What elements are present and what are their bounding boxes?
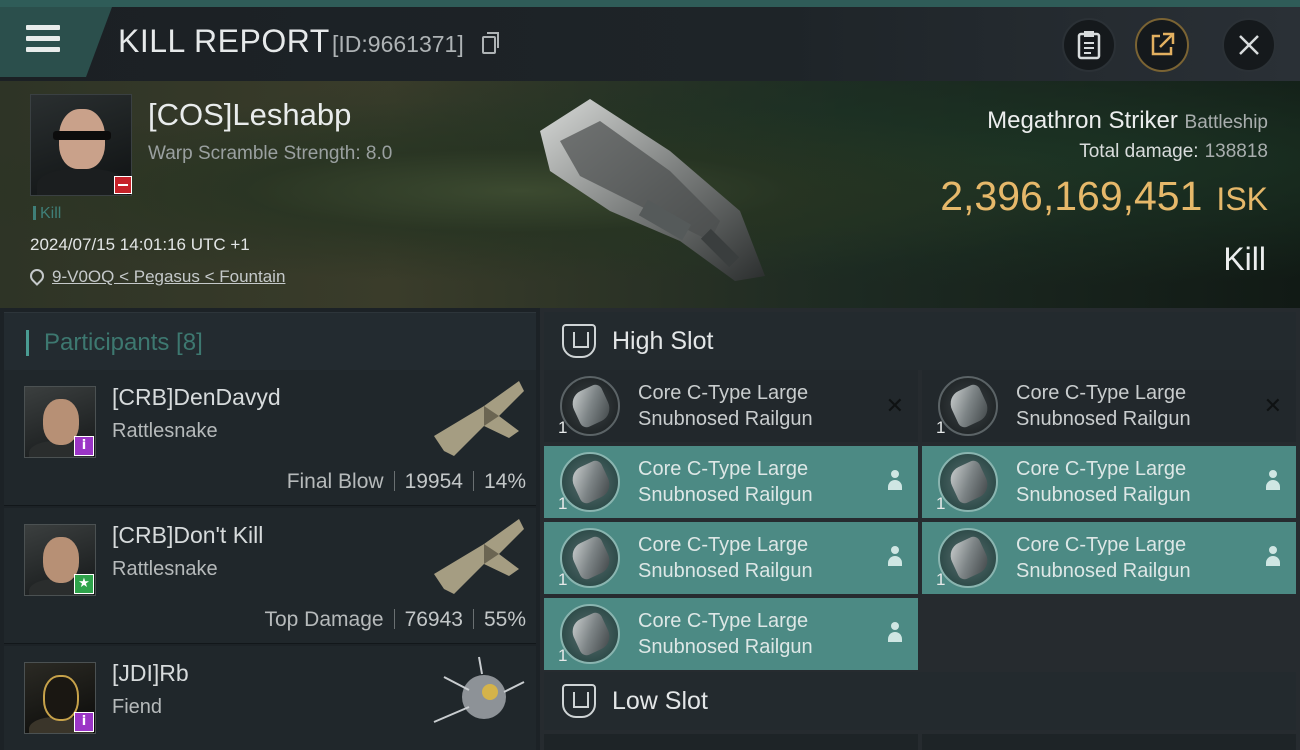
participant-name: [CRB]DenDavyd xyxy=(112,384,281,410)
participants-title: Participants [8] xyxy=(44,329,203,356)
ship-name[interactable]: Megathron Striker Battleship xyxy=(987,107,1268,135)
participant-ship-image xyxy=(434,381,524,456)
hamburger-icon xyxy=(26,25,60,53)
isk-value: 2,396,169,451 ISK xyxy=(940,173,1268,220)
module-quantity: 1 xyxy=(558,494,568,513)
participant-role: Final Blow xyxy=(286,470,384,493)
module-quantity: 1 xyxy=(936,494,946,513)
star-badge: ★ xyxy=(74,574,94,594)
participants-panel: Participants [8] i [CRB]DenDavyd Rattles… xyxy=(0,308,540,750)
participant-role: Top Damage xyxy=(264,608,384,631)
module-name: Core C-Type Large Snubnosed Railgun xyxy=(638,610,813,658)
isk-amount: 2,396,169,451 xyxy=(940,173,1203,219)
module-name: Core C-Type Large Snubnosed Railgun xyxy=(1016,458,1191,506)
ship-image xyxy=(540,99,765,281)
module-quantity: 1 xyxy=(558,570,568,589)
module-item[interactable]: 1 Core C-Type Large Snubnosed Railgun xyxy=(544,522,918,594)
module-item[interactable]: 1 Core C-Type Large Snubnosed Railgun xyxy=(544,598,918,670)
ship-class: Battleship xyxy=(1184,112,1268,133)
participant-row[interactable]: i [JDI]Rb Fiend xyxy=(4,646,536,750)
module-item[interactable] xyxy=(922,734,1296,750)
participant-name: [CRB]Don't Kill xyxy=(112,522,264,548)
total-damage-value: 138818 xyxy=(1204,141,1268,162)
ship-type: Megathron Striker xyxy=(987,107,1178,134)
isk-unit: ISK xyxy=(1216,181,1268,217)
participant-percent: 14% xyxy=(483,470,526,493)
close-button[interactable] xyxy=(1222,18,1276,72)
module-name: Core C-Type Large Snubnosed Railgun xyxy=(638,382,813,430)
participant-ship-image xyxy=(434,519,524,594)
warp-scramble-strength: Warp Scramble Strength: 8.0 xyxy=(148,143,393,164)
high-slot-header: High Slot xyxy=(544,312,1296,370)
module-name: Core C-Type Large Snubnosed Railgun xyxy=(638,534,813,582)
low-slot-header: Low Slot xyxy=(544,672,1296,730)
info-badge: i xyxy=(74,436,94,456)
report-id: [ID:9661371] xyxy=(332,31,464,57)
participant-ship: Fiend xyxy=(112,696,163,718)
clipboard-icon xyxy=(1077,31,1101,60)
module-quantity: 1 xyxy=(558,418,568,437)
victim-banner: [COS]Leshabp Warp Scramble Strength: 8.0… xyxy=(0,81,1300,308)
share-button[interactable] xyxy=(1135,18,1189,72)
module-name: Core C-Type Large Snubnosed Railgun xyxy=(638,458,813,506)
share-icon xyxy=(1151,32,1175,56)
header-bar: KILL REPORT [ID:9661371] xyxy=(0,7,1300,81)
participant-stats: Top Damage 76943 55% xyxy=(264,608,526,632)
page-title: KILL REPORT xyxy=(118,23,330,59)
clipboard-button[interactable] xyxy=(1062,18,1116,72)
module-item[interactable]: 1 Core C-Type Large Snubnosed Railgun xyxy=(922,446,1296,518)
total-damage-label: Total damage: xyxy=(1079,141,1199,162)
participant-row[interactable]: ★ [CRB]Don't Kill Rattlesnake Top Damage… xyxy=(4,508,536,644)
destroyed-icon: ✕ xyxy=(885,394,904,419)
kill-datetime: 2024/07/15 14:01:16 UTC +1 xyxy=(30,235,250,254)
module-item[interactable]: 1 Core C-Type Large Snubnosed Railgun xyxy=(922,522,1296,594)
participant-damage: 76943 xyxy=(404,608,463,631)
participants-header: Participants [8] xyxy=(4,312,536,370)
menu-button[interactable] xyxy=(0,7,112,77)
dropped-person-icon xyxy=(1266,470,1280,492)
copy-icon[interactable] xyxy=(482,32,499,54)
close-icon xyxy=(1239,35,1259,55)
dropped-person-icon xyxy=(1266,546,1280,568)
total-damage: Total damage: 138818 xyxy=(1079,141,1268,163)
low-slot-icon xyxy=(562,684,596,718)
dropped-person-icon xyxy=(888,470,902,492)
participant-row[interactable]: i [CRB]DenDavyd Rattlesnake Final Blow 19… xyxy=(4,370,536,506)
location-pin-icon xyxy=(27,266,47,286)
fitting-panel: High Slot 1 Core C-Type Large Snubnosed … xyxy=(540,308,1300,750)
low-slot-title: Low Slot xyxy=(612,687,708,715)
high-slot-icon xyxy=(562,324,596,358)
module-name: Core C-Type Large Snubnosed Railgun xyxy=(1016,534,1191,582)
high-slot-title: High Slot xyxy=(612,327,714,355)
participant-damage: 19954 xyxy=(404,470,463,493)
result-label: Kill xyxy=(1223,241,1266,277)
destroyed-icon: ✕ xyxy=(1263,394,1282,419)
module-item[interactable]: 1 Core C-Type Large Snubnosed Railgun ✕ xyxy=(544,370,918,442)
module-name: Core C-Type Large Snubnosed Railgun xyxy=(1016,382,1191,430)
participant-percent: 55% xyxy=(483,608,526,631)
victim-name[interactable]: [COS]Leshabp xyxy=(148,97,351,133)
dropped-person-icon xyxy=(888,546,902,568)
participant-stats: Final Blow 19954 14% xyxy=(287,470,526,494)
top-accent-stripe xyxy=(0,0,1300,7)
module-item[interactable]: 1 Core C-Type Large Snubnosed Railgun xyxy=(544,446,918,518)
module-quantity: 1 xyxy=(936,418,946,437)
module-quantity: 1 xyxy=(936,570,946,589)
info-badge: i xyxy=(74,712,94,732)
location-link[interactable]: 9-V0OQ < Pegasus < Fountain xyxy=(52,267,285,287)
kill-tag: Kill xyxy=(33,205,61,223)
module-item[interactable] xyxy=(544,734,918,750)
participant-ship: Rattlesnake xyxy=(112,420,218,442)
hostile-badge xyxy=(114,176,132,194)
module-item[interactable]: 1 Core C-Type Large Snubnosed Railgun ✕ xyxy=(922,370,1296,442)
dropped-person-icon xyxy=(888,622,902,644)
participant-name: [JDI]Rb xyxy=(112,660,189,686)
participant-ship: Rattlesnake xyxy=(112,558,218,580)
module-quantity: 1 xyxy=(558,646,568,665)
participant-ship-image xyxy=(433,656,525,723)
